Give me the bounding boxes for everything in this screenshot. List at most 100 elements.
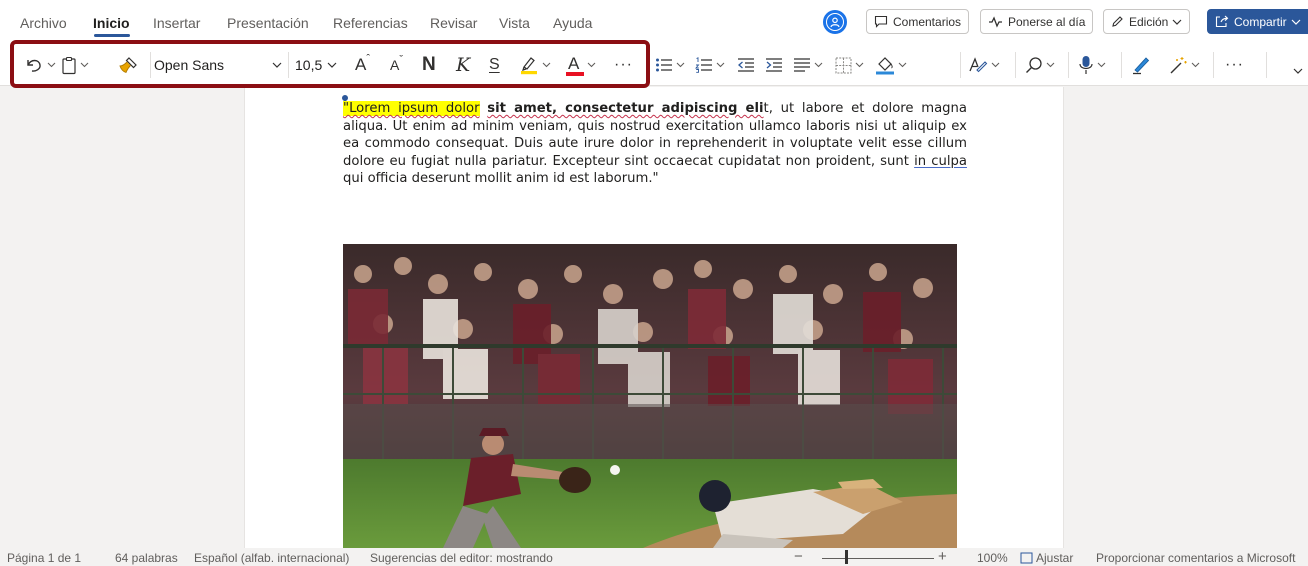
fit-label: Ajustar xyxy=(1036,551,1074,565)
align-left-icon xyxy=(794,58,810,72)
highlight-color-button[interactable] xyxy=(519,54,551,76)
format-painter-button[interactable] xyxy=(118,54,138,76)
more-options-button[interactable]: ··· xyxy=(1225,54,1244,76)
italic-button[interactable]: K xyxy=(456,54,470,76)
search-icon xyxy=(1026,57,1042,73)
chevron-down-icon xyxy=(855,62,864,68)
editing-mode-button[interactable]: Edición xyxy=(1103,9,1191,34)
chevron-down-icon xyxy=(1293,68,1303,74)
share-label: Compartir xyxy=(1234,14,1287,29)
editing-label: Edición xyxy=(1129,14,1169,29)
highlighted-text: "Lorem ipsum dolor xyxy=(343,101,480,116)
ribbon-divider xyxy=(150,52,151,78)
tab-referencias[interactable]: Referencias xyxy=(333,15,408,31)
tab-vista[interactable]: Vista xyxy=(499,15,530,31)
bold-text: sit amet, consectetur adipiscing eli xyxy=(487,101,764,116)
increase-indent-icon xyxy=(766,58,782,72)
zoom-out-button[interactable]: − xyxy=(794,548,803,565)
ribbon-divider xyxy=(960,52,961,78)
font-name-value: Open Sans xyxy=(154,57,225,73)
font-name-dropdown[interactable]: Open Sans xyxy=(154,53,286,77)
bulleted-list-icon xyxy=(656,58,672,72)
zoom-in-button[interactable]: + xyxy=(938,548,947,565)
feedback-link[interactable]: Proporcionar comentarios a Microsoft xyxy=(1096,551,1295,565)
decrease-indent-button[interactable] xyxy=(737,54,755,76)
numbered-list-icon xyxy=(695,57,712,73)
page-count: Página 1 de 1 xyxy=(7,551,82,565)
body-paragraph[interactable]: "Lorem ipsum dolor sit amet, consectetur… xyxy=(343,100,967,188)
find-button[interactable] xyxy=(1025,54,1055,76)
ribbon-collapse-button[interactable] xyxy=(1293,60,1303,82)
chevron-down-icon xyxy=(1291,19,1301,25)
catchup-label: Ponerse al día xyxy=(1008,14,1086,29)
styles-icon xyxy=(969,57,988,73)
undo-button[interactable] xyxy=(24,54,56,76)
bullets-button[interactable] xyxy=(655,54,685,76)
ellipsis-icon: ··· xyxy=(1225,56,1244,73)
tab-presentacion[interactable]: Presentación xyxy=(227,15,309,31)
chevron-down-icon xyxy=(80,62,89,68)
chevron-down-icon xyxy=(1097,62,1106,68)
zoom-level[interactable]: 100% xyxy=(977,551,1008,565)
baseball-photo[interactable] xyxy=(343,244,957,548)
comments-button[interactable]: Comentarios xyxy=(866,9,970,34)
active-tab-indicator xyxy=(94,34,130,37)
tab-insertar[interactable]: Insertar xyxy=(153,15,200,31)
bold-glyph: N xyxy=(422,54,436,75)
caret-up-icon: ˆ xyxy=(366,53,371,65)
underline-button[interactable]: S xyxy=(489,54,500,76)
text-run: qui officia deserunt mollit anim id est … xyxy=(343,171,659,186)
share-button[interactable]: Compartir xyxy=(1207,9,1308,34)
editor-button[interactable] xyxy=(1131,54,1151,76)
tab-ayuda[interactable]: Ayuda xyxy=(553,15,592,31)
font-size-dropdown[interactable]: 10,5 xyxy=(295,53,339,77)
zoom-slider[interactable] xyxy=(822,558,934,559)
borders-icon xyxy=(835,57,852,73)
paint-bucket-icon xyxy=(876,57,894,75)
dictate-button[interactable] xyxy=(1078,54,1106,76)
increase-indent-button[interactable] xyxy=(765,54,783,76)
underline-glyph: S xyxy=(489,56,500,73)
font-color-glyph-wrap: A xyxy=(566,54,584,76)
fit-button[interactable]: Ajustar xyxy=(1020,551,1073,565)
ribbon-divider xyxy=(1068,52,1069,78)
designer-button[interactable] xyxy=(1168,54,1200,76)
shrink-font-button[interactable]: Aˇ xyxy=(390,54,403,76)
chevron-down-icon xyxy=(542,62,551,68)
comment-icon xyxy=(874,15,888,28)
pencil-icon xyxy=(1112,16,1123,27)
tab-inicio[interactable]: Inicio xyxy=(93,15,130,31)
microphone-icon xyxy=(1079,56,1093,74)
numbering-button[interactable] xyxy=(695,54,725,76)
tab-revisar[interactable]: Revisar xyxy=(430,15,477,31)
chevron-down-icon xyxy=(1172,19,1182,25)
grow-font-button[interactable]: Aˆ xyxy=(355,53,371,76)
fit-page-icon xyxy=(1020,552,1033,564)
zoom-slider-thumb[interactable] xyxy=(845,550,848,564)
more-font-options-button[interactable]: ··· xyxy=(614,54,633,76)
format-painter-icon xyxy=(119,57,137,74)
grow-font-glyph: A xyxy=(355,55,367,74)
tab-archivo[interactable]: Archivo xyxy=(20,15,67,31)
paste-button[interactable] xyxy=(61,54,89,76)
editor-suggestions-status[interactable]: Sugerencias del editor: mostrando xyxy=(370,551,553,565)
language-indicator[interactable]: Español (alfab. internacional) xyxy=(194,551,349,565)
bold-button[interactable]: N xyxy=(422,54,436,76)
font-color-button[interactable]: A xyxy=(566,54,596,76)
styles-button[interactable] xyxy=(968,54,1000,76)
ribbon-divider xyxy=(1213,52,1214,78)
chevron-down-icon xyxy=(898,62,907,68)
catchup-button[interactable]: Ponerse al día xyxy=(980,9,1094,34)
alignment-button[interactable] xyxy=(793,54,823,76)
caret-down-icon: ˇ xyxy=(399,54,404,66)
chevron-down-icon xyxy=(47,62,56,68)
copilot-icon[interactable] xyxy=(823,10,847,34)
ribbon-divider xyxy=(1266,52,1267,78)
word-count[interactable]: 64 palabras xyxy=(115,551,178,565)
clipboard-icon xyxy=(62,56,76,74)
ribbon-divider xyxy=(288,52,289,78)
borders-button[interactable] xyxy=(835,54,864,76)
shading-button[interactable] xyxy=(875,54,907,76)
ribbon-divider xyxy=(1121,52,1122,78)
menu-tabs-bar: Archivo Inicio Insertar Presentación Ref… xyxy=(0,0,1308,44)
